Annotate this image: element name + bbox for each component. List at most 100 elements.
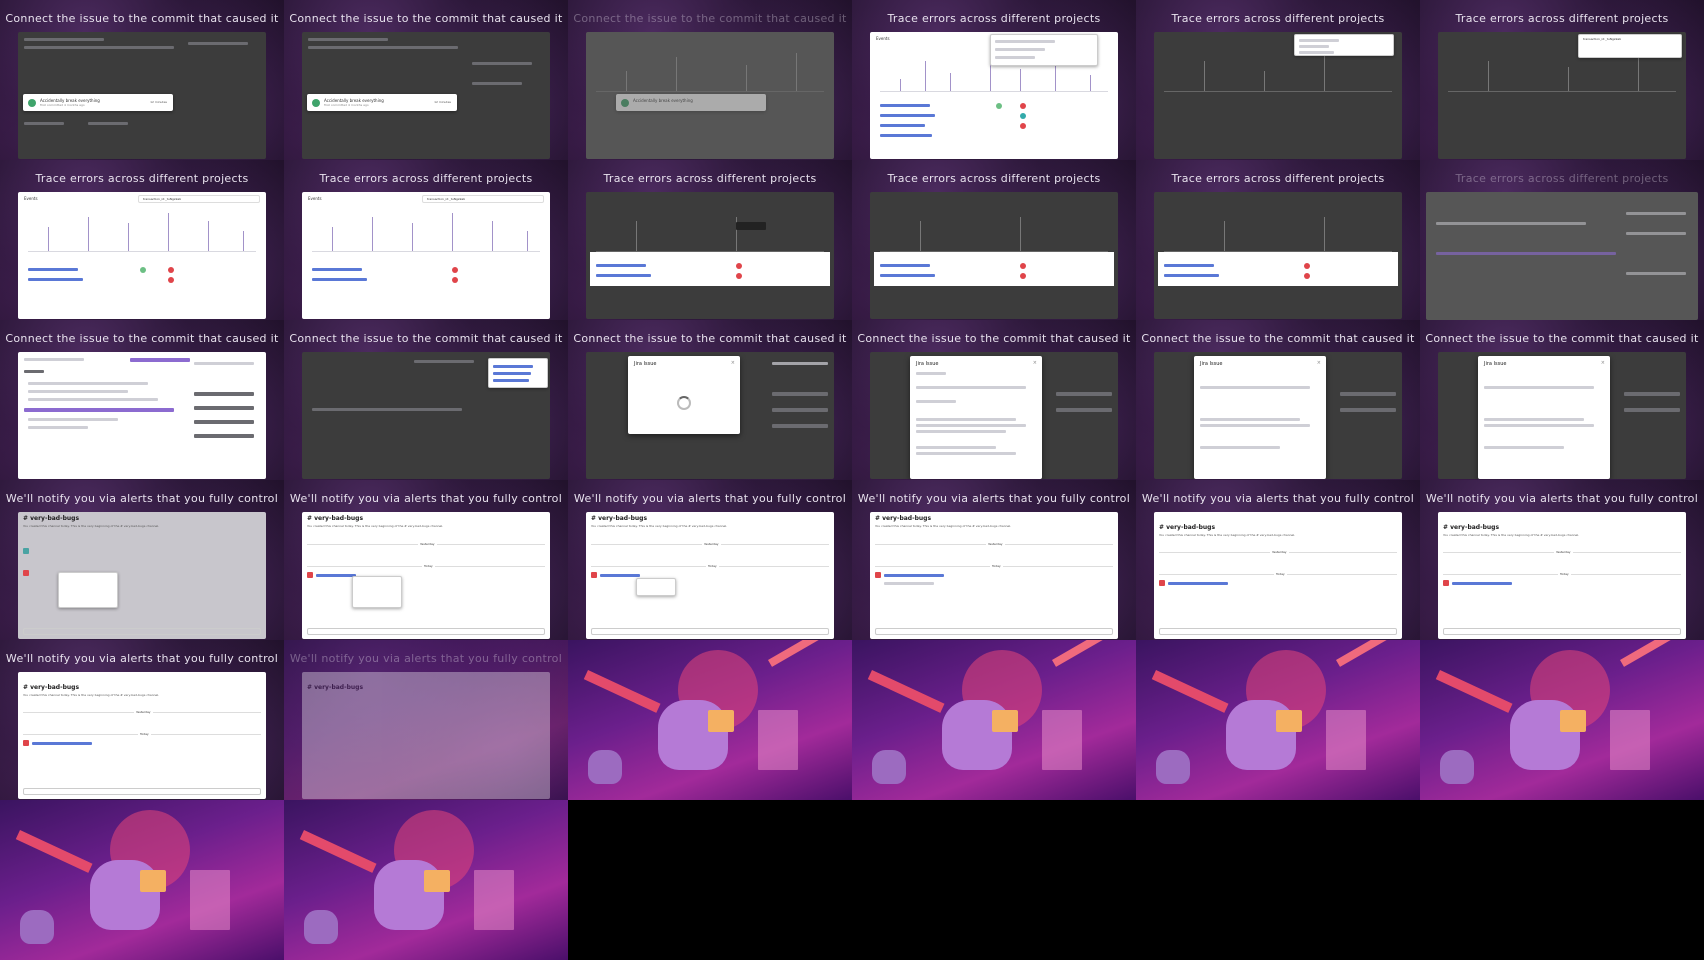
- toast-title: Accidentally break everything: [633, 98, 693, 103]
- events-screenshot: Events transaction_id:_tuNgs9ab: [302, 192, 550, 319]
- search-input[interactable]: transaction_id:_tuNgs9ab: [422, 195, 544, 203]
- avatar-icon: [1443, 580, 1449, 586]
- frame-trace-7: Trace errors across different projects: [852, 160, 1136, 320]
- frame-trace-6: Trace errors across different projects: [568, 160, 852, 320]
- app-screenshot: [1426, 192, 1698, 320]
- app-screenshot: Accidentally break everything first comm…: [18, 32, 266, 159]
- frame-caption: Trace errors across different projects: [887, 12, 1101, 25]
- frame-caption: We'll notify you via alerts that you ful…: [5, 492, 279, 505]
- close-icon[interactable]: ×: [1317, 360, 1321, 366]
- divider-yesterday: Yesterday: [1270, 550, 1289, 554]
- toast-time: 12 minutes: [150, 100, 167, 104]
- search-dropdown[interactable]: [990, 34, 1098, 66]
- commit-toast[interactable]: Accidentally break everything first comm…: [307, 94, 457, 111]
- app-brand: Events: [876, 36, 890, 41]
- events-screenshot: Events transaction_id:_tuNgs9ab: [18, 192, 266, 319]
- frame-illustration-5: [0, 800, 284, 960]
- frame-caption: Trace errors across different projects: [1455, 12, 1669, 25]
- frame-trace-5: Trace errors across different projects E…: [284, 160, 568, 320]
- frame-trace-3: Trace errors across different projects t…: [1420, 0, 1704, 160]
- app-brand: Events: [308, 196, 322, 201]
- issue-screenshot: Jira Issue ×: [870, 352, 1118, 479]
- slack-screenshot: # very-bad-bugs: [302, 672, 550, 799]
- frame-commit-6: Connect the issue to the commit that cau…: [852, 320, 1136, 480]
- message-composer[interactable]: [1159, 628, 1397, 635]
- events-chart: [28, 210, 256, 252]
- avatar-icon: [591, 572, 597, 578]
- assign-dropdown[interactable]: [636, 578, 676, 596]
- frame-caption: Trace errors across different projects: [1171, 172, 1385, 185]
- search-dropdown[interactable]: [1294, 34, 1394, 56]
- frame-transition-2: Trace errors across different projects: [1420, 160, 1704, 320]
- message-composer[interactable]: [1443, 628, 1681, 635]
- channel-name: # very-bad-bugs: [307, 515, 364, 522]
- frame-caption: Connect the issue to the commit that cau…: [1425, 332, 1699, 345]
- tooltip: [736, 222, 766, 230]
- frame-trace-8: Trace errors across different projects: [1136, 160, 1420, 320]
- issue-screenshot: Jira Issue ×: [1154, 352, 1402, 479]
- jira-modal[interactable]: Jira Issue ×: [628, 356, 740, 434]
- events-screenshot: [1154, 32, 1402, 159]
- avatar-icon: [1159, 580, 1165, 586]
- events-screenshot: Events: [870, 32, 1118, 159]
- linked-issues-dropdown[interactable]: [488, 358, 548, 388]
- jira-modal-title: Jira Issue: [1200, 361, 1223, 367]
- frame-caption: Connect the issue to the commit that cau…: [5, 12, 279, 25]
- message-composer[interactable]: [875, 628, 1113, 635]
- frame-caption: Connect the issue to the commit that cau…: [1141, 332, 1415, 345]
- close-icon[interactable]: ×: [1033, 360, 1037, 366]
- message-composer[interactable]: [307, 628, 545, 635]
- slack-screenshot: # very-bad-bugs You created this channel…: [1154, 512, 1402, 639]
- avatar-icon: [23, 740, 29, 746]
- assign-dropdown[interactable]: [58, 572, 118, 608]
- avatar-icon: [307, 572, 313, 578]
- frame-alerts-3: We'll notify you via alerts that you ful…: [568, 480, 852, 640]
- search-input[interactable]: transaction_id:_tuNgs9ab: [138, 195, 260, 203]
- commit-toast[interactable]: Accidentally break everything first comm…: [23, 94, 173, 111]
- robot-illustration: [568, 640, 852, 800]
- frame-trace-2: Trace errors across different projects: [1136, 0, 1420, 160]
- slack-screenshot: # very-bad-bugs You created this channel…: [302, 512, 550, 639]
- close-icon[interactable]: ×: [1601, 360, 1605, 366]
- divider-today: Today: [1558, 572, 1571, 576]
- search-dropdown[interactable]: transaction_id:_tuNgs9ab: [1578, 34, 1682, 58]
- channel-name: # very-bad-bugs: [23, 515, 80, 522]
- toast-subtitle: first committed 4 months ago: [40, 103, 85, 107]
- frame-illustration-4: [1420, 640, 1704, 800]
- frame-caption: We'll notify you via alerts that you ful…: [1141, 492, 1415, 505]
- frame-caption: Connect the issue to the commit that cau…: [5, 332, 279, 345]
- success-icon: [621, 99, 629, 107]
- jira-modal-title: Jira Issue: [634, 361, 657, 367]
- slack-screenshot: # very-bad-bugs You created this channel…: [586, 512, 834, 639]
- divider-yesterday: Yesterday: [134, 710, 153, 714]
- divider-today: Today: [422, 564, 435, 568]
- assign-dropdown[interactable]: [352, 576, 402, 608]
- frame-caption: Connect the issue to the commit that cau…: [289, 12, 563, 25]
- app-screenshot: Accidentally break everything: [586, 32, 834, 159]
- jira-modal[interactable]: Jira Issue ×: [910, 356, 1042, 479]
- close-icon[interactable]: ×: [731, 360, 735, 366]
- frame-alerts-2: We'll notify you via alerts that you ful…: [284, 480, 568, 640]
- app-screenshot: Accidentally break everything first comm…: [302, 32, 550, 159]
- message-composer[interactable]: [23, 628, 261, 635]
- message-composer[interactable]: [23, 788, 261, 795]
- frame-caption: Connect the issue to the commit that cau…: [573, 332, 847, 345]
- commit-toast[interactable]: Accidentally break everything: [616, 94, 766, 111]
- divider-today: Today: [138, 732, 151, 736]
- channel-intro: You created this channel today. This is …: [1443, 533, 1580, 537]
- frame-alerts-4: We'll notify you via alerts that you ful…: [852, 480, 1136, 640]
- channel-name: # very-bad-bugs: [591, 515, 648, 522]
- jira-modal[interactable]: Jira Issue ×: [1478, 356, 1610, 479]
- channel-name: # very-bad-bugs: [23, 684, 80, 691]
- results-table: [874, 252, 1114, 286]
- frame-caption: Trace errors across different projects: [887, 172, 1101, 185]
- frame-commit-4: Connect the issue to the commit that cau…: [284, 320, 568, 480]
- events-chart: [596, 50, 824, 92]
- frame-caption: Trace errors across different projects: [1455, 172, 1669, 185]
- results-table: [590, 252, 830, 286]
- message-composer[interactable]: [591, 628, 829, 635]
- storyboard-sheet: Connect the issue to the commit that cau…: [0, 0, 1704, 960]
- issue-screenshot: [302, 352, 550, 479]
- jira-modal[interactable]: Jira Issue ×: [1194, 356, 1326, 479]
- channel-name: # very-bad-bugs: [1443, 524, 1500, 531]
